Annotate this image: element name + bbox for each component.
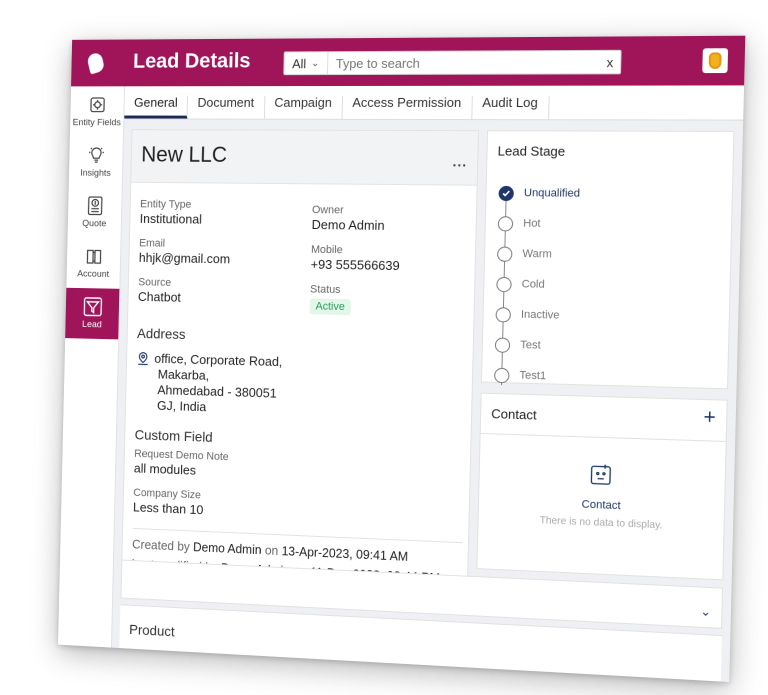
field-value[interactable]: +93 555566639 xyxy=(311,257,400,274)
stage-circle-icon xyxy=(494,367,510,383)
tab-bar: General Document Campaign Access Permiss… xyxy=(124,85,745,121)
owner-field: Owner Demo Admin xyxy=(311,204,385,234)
lead-stage-item[interactable]: Unqualified xyxy=(498,178,580,209)
field-value: Demo Admin xyxy=(311,217,385,233)
lead-stage-label: Inactive xyxy=(520,308,560,322)
lead-stage-label: Warm xyxy=(522,247,552,261)
field-label: Entity Type xyxy=(139,198,192,211)
search-scope-dropdown[interactable]: All ⌄ xyxy=(284,52,329,75)
contact-title: Contact xyxy=(491,406,537,423)
created-prefix: Created by xyxy=(131,537,190,554)
tab-access-permission[interactable]: Access Permission xyxy=(342,95,473,120)
sidebar-item-label: Quote xyxy=(82,218,107,230)
field-value: Chatbot xyxy=(137,289,182,305)
tab-document[interactable]: Document xyxy=(187,95,265,119)
contact-card-icon xyxy=(589,463,612,486)
location-pin-icon xyxy=(136,352,149,366)
lead-stage-card: Lead Stage Unqualified Hot Warm Cold Inactiv… xyxy=(480,130,735,392)
lead-stage-label: Unqualified xyxy=(523,187,581,200)
page-title: Lead Details xyxy=(132,49,251,73)
created-on-word: on xyxy=(264,543,279,558)
field-label: Owner xyxy=(311,204,344,217)
tab-audit-log[interactable]: Audit Log xyxy=(471,95,550,120)
lead-stage-title: Lead Stage xyxy=(497,143,566,159)
lead-stage-item[interactable]: Hot xyxy=(497,208,580,239)
address-section-title: Address xyxy=(136,325,186,343)
sidebar-item-label: Account xyxy=(77,268,110,280)
more-options-button[interactable]: ... xyxy=(452,153,467,169)
address-block: office, Corporate Road, Makarba, Ahmedab… xyxy=(135,351,283,418)
demo-note-field: Request Demo Note all modules xyxy=(134,448,229,480)
user-avatar[interactable] xyxy=(702,48,729,74)
custom-field-section-title: Custom Field xyxy=(134,426,213,445)
stage-circle-icon xyxy=(496,276,512,292)
lead-stage-item[interactable]: Warm xyxy=(496,238,579,270)
entity-type-field: Entity Type Institutional xyxy=(140,198,203,227)
search-input[interactable] xyxy=(327,54,600,71)
sidebar-item-account[interactable]: Account xyxy=(66,237,120,288)
created-at: 13-Apr-2023, 09:41 AM xyxy=(281,544,409,564)
email-field: Email hhjk@gmail.com xyxy=(139,237,231,267)
stage-circle-icon xyxy=(495,306,512,323)
app-logo[interactable] xyxy=(84,51,107,75)
sidebar-item-label: Entity Fields xyxy=(72,117,121,129)
top-bar: Lead Details All ⌄ x xyxy=(71,35,746,87)
global-search: All ⌄ x xyxy=(283,49,622,76)
mobile-field: Mobile +93 555566639 xyxy=(311,244,401,274)
lead-stage-item[interactable]: Test xyxy=(494,329,577,361)
chevron-down-icon: ⌄ xyxy=(310,57,320,69)
field-label: Source xyxy=(138,276,172,289)
lead-stage-label: Test1 xyxy=(519,369,547,383)
sidebar-item-label: Insights xyxy=(80,167,111,179)
clear-search-icon[interactable]: x xyxy=(599,54,620,69)
left-sidebar: Entity Fields Insights Quote Account Lea… xyxy=(58,86,126,648)
app-window: Lead Details All ⌄ x Entity Fields Insig… xyxy=(58,35,746,682)
status-badge: Active xyxy=(309,298,351,316)
lead-stage-list: Unqualified Hot Warm Cold Inactive Test Test1 xyxy=(494,178,581,392)
stage-circle-icon xyxy=(497,215,514,232)
sidebar-item-lead[interactable]: Lead xyxy=(65,287,120,340)
sidebar-item-label: Lead xyxy=(81,319,102,331)
company-size-field: Company Size Less than 10 xyxy=(133,487,204,518)
contact-card: Contact + Contact There is no data to di… xyxy=(476,392,728,581)
lead-stage-item[interactable]: Inactive xyxy=(495,299,577,331)
product-section-title: Product xyxy=(128,621,175,640)
chevron-down-icon[interactable]: ⌄ xyxy=(700,604,711,619)
gear-box-icon xyxy=(88,95,107,114)
funnel-icon xyxy=(83,297,102,317)
sidebar-item-quote[interactable]: Quote xyxy=(68,187,122,238)
lead-stage-item[interactable]: Test1 xyxy=(494,360,576,393)
lightbulb-icon xyxy=(86,146,105,166)
status-field: Status Active xyxy=(309,283,352,316)
sidebar-item-entity-fields[interactable]: Entity Fields xyxy=(70,86,124,137)
lead-stage-label: Cold xyxy=(521,278,545,291)
tab-general[interactable]: General xyxy=(124,95,189,119)
contact-header: Contact + xyxy=(480,393,727,443)
dollar-document-icon xyxy=(85,196,104,216)
entity-name: New LLC xyxy=(141,141,228,167)
entity-header: New LLC ... xyxy=(131,130,479,186)
field-value: Less than 10 xyxy=(132,499,204,518)
field-value[interactable]: hhjk@gmail.com xyxy=(139,250,231,267)
field-value: Institutional xyxy=(139,211,203,227)
source-field: Source Chatbot xyxy=(138,276,182,305)
check-circle-icon xyxy=(498,185,514,201)
sidebar-item-insights[interactable]: Insights xyxy=(69,137,123,188)
lead-stage-item[interactable]: Cold xyxy=(496,269,578,301)
created-by: Demo Admin xyxy=(192,540,262,558)
entity-details-card: New LLC ... Entity Type Institutional Ow… xyxy=(120,129,480,604)
add-contact-button[interactable]: + xyxy=(703,406,716,430)
lead-stage-label: Hot xyxy=(523,217,541,230)
empty-state-message: There is no data to display. xyxy=(539,515,663,532)
lead-stage-label: Test xyxy=(520,339,541,352)
stage-circle-icon xyxy=(496,245,513,262)
empty-state-title: Contact xyxy=(581,498,621,513)
search-scope-label: All xyxy=(292,55,307,71)
stage-circle-icon xyxy=(494,336,511,353)
book-icon xyxy=(84,246,103,266)
field-label: Status xyxy=(309,283,341,297)
tab-campaign[interactable]: Campaign xyxy=(264,95,343,119)
